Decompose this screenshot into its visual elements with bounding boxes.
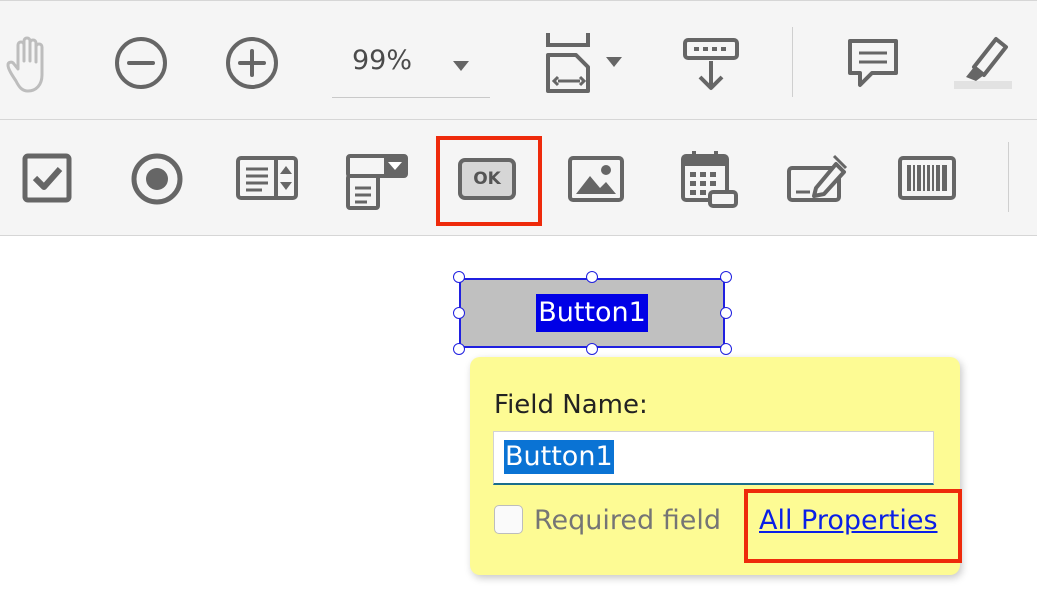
scroll-mode-icon[interactable]	[682, 37, 740, 91]
date-field-tool-icon[interactable]	[680, 150, 740, 210]
zoom-out-icon[interactable]	[113, 35, 169, 91]
hand-tool-icon[interactable]	[2, 35, 62, 95]
resize-handle-top[interactable]	[586, 271, 598, 283]
resize-handle-right[interactable]	[720, 307, 732, 319]
image-field-tool-icon[interactable]	[568, 156, 624, 202]
list-box-tool-icon[interactable]	[236, 156, 298, 200]
comment-icon[interactable]	[846, 37, 900, 91]
toolbar-separator	[1008, 142, 1009, 212]
toolbar-separator	[792, 27, 793, 97]
dropdown-tool-icon[interactable]	[346, 154, 410, 210]
forms-toolbar: OK	[0, 120, 1037, 236]
required-field-label: Required field	[534, 505, 722, 536]
field-name-label: Field Name:	[494, 390, 648, 420]
resize-handle-left[interactable]	[453, 307, 465, 319]
signature-field-tool-icon[interactable]	[786, 152, 848, 204]
zoom-dropdown[interactable]: 99%	[332, 39, 490, 98]
zoom-in-icon[interactable]	[224, 35, 280, 91]
chevron-down-icon	[452, 57, 470, 76]
required-field-checkbox[interactable]	[494, 505, 523, 534]
button-tool-highlight	[436, 136, 542, 226]
resize-handle-bottom-right[interactable]	[720, 343, 732, 355]
zoom-value: 99%	[352, 45, 413, 76]
resize-handle-bottom-left[interactable]	[453, 343, 465, 355]
resize-handle-top-right[interactable]	[720, 271, 732, 283]
field-name-input[interactable]: Button1	[493, 431, 934, 485]
button-field[interactable]: Button1	[459, 278, 725, 348]
resize-handle-bottom[interactable]	[586, 343, 598, 355]
field-name-input-value: Button1	[504, 440, 614, 474]
fit-page-icon[interactable]	[544, 31, 628, 95]
button-field-label: Button1	[536, 294, 648, 332]
checkbox-tool-icon[interactable]	[22, 153, 74, 203]
barcode-tool-icon[interactable]	[898, 156, 956, 200]
all-properties-highlight	[744, 489, 962, 563]
main-toolbar: 99%	[0, 0, 1037, 120]
radio-tool-icon[interactable]	[130, 152, 184, 206]
resize-handle-top-left[interactable]	[453, 271, 465, 283]
highlight-icon[interactable]	[952, 33, 1014, 91]
